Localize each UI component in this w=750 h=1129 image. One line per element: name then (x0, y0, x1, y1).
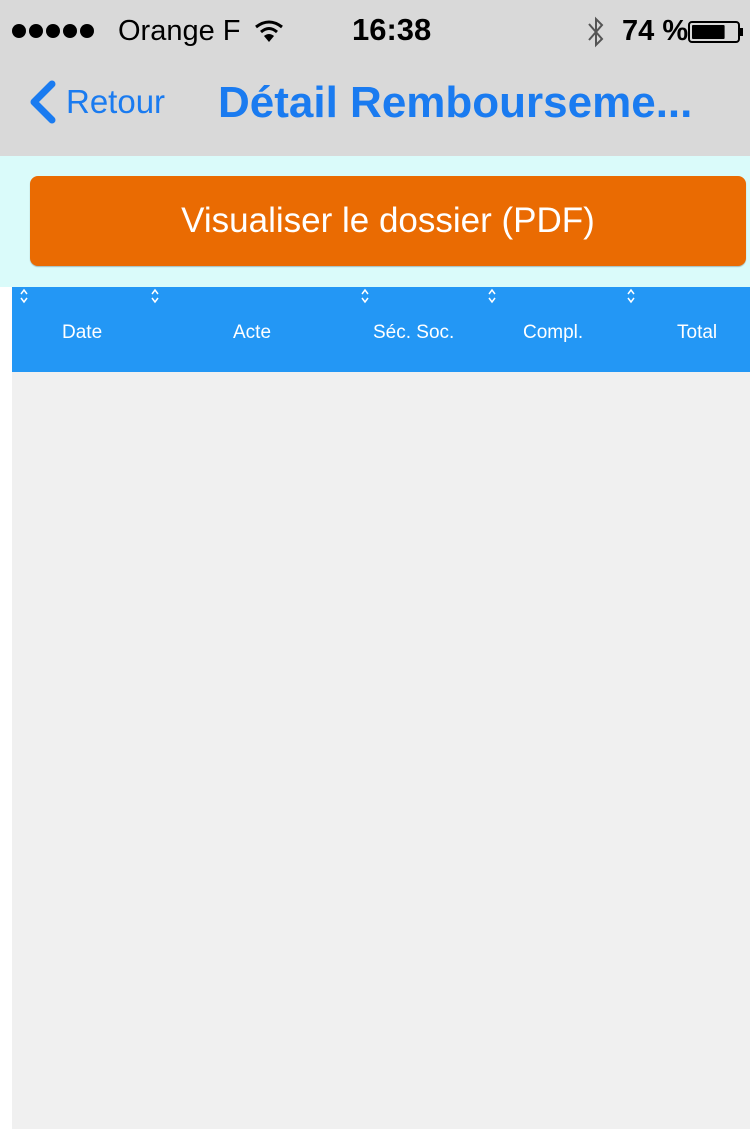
battery-percent: 74 % (622, 15, 689, 47)
page-title: Détail Rembourseme... (218, 78, 693, 127)
table-header: Date Acte Séc. Soc. Compl. Total (12, 287, 750, 372)
carrier-name: Orange F (118, 15, 241, 47)
status-bar: Orange F 16:38 74 % (0, 0, 750, 62)
sort-icon (361, 288, 369, 304)
column-total[interactable]: Total (624, 287, 750, 372)
navigation-bar: Retour Détail Rembourseme... (0, 62, 750, 156)
column-label-date: Date (62, 322, 103, 343)
battery-icon (688, 21, 743, 43)
left-strip (0, 156, 12, 287)
column-compl[interactable]: Compl. (485, 287, 625, 372)
back-button[interactable]: Retour (28, 80, 165, 124)
sort-icon (488, 288, 496, 304)
view-pdf-button[interactable]: Visualiser le dossier (PDF) (30, 176, 746, 266)
column-label-acte: Acte (233, 322, 272, 343)
column-acte[interactable]: Acte (147, 287, 357, 372)
reimbursement-list (12, 372, 750, 1129)
back-label: Retour (66, 83, 166, 120)
signal-dots-icon (12, 24, 94, 38)
column-label-compl: Compl. (523, 322, 584, 343)
pdf-area: Visualiser le dossier (PDF) (12, 156, 750, 287)
sort-icon (627, 288, 635, 304)
column-label-sec-soc: Séc. Soc. (373, 322, 455, 343)
chevron-left-icon (30, 80, 56, 124)
left-edge (0, 287, 12, 1129)
sort-icon (20, 288, 28, 304)
column-sec-soc[interactable]: Séc. Soc. (357, 287, 487, 372)
clock-time: 16:38 (352, 12, 432, 47)
column-date[interactable]: Date (12, 287, 152, 372)
bluetooth-icon (588, 16, 604, 48)
wifi-icon (255, 20, 283, 42)
column-label-total: Total (677, 322, 718, 343)
sort-icon (151, 288, 159, 304)
